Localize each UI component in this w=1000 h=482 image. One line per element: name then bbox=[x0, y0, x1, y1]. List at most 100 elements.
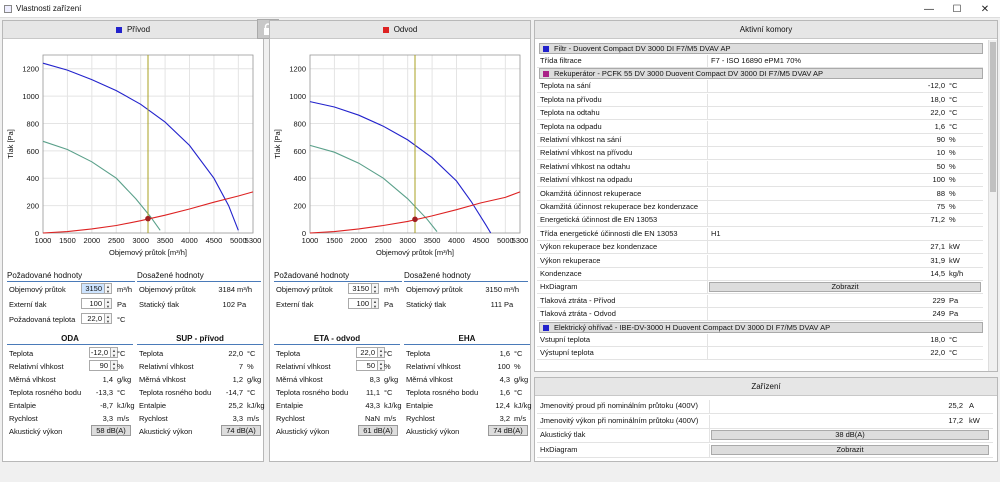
supply-outlet-row-value: 3,3 bbox=[232, 414, 243, 423]
supply-ext-pressure-input[interactable]: 100 bbox=[81, 298, 105, 309]
recuperator-row-button[interactable]: Zobrazit bbox=[709, 282, 981, 293]
recuperator-row-unit: % bbox=[949, 215, 956, 225]
device-row-separator bbox=[709, 400, 710, 414]
recuperator-row-separator bbox=[707, 187, 708, 201]
recuperator-row-unit: % bbox=[949, 188, 956, 198]
recuperator-row-separator bbox=[707, 174, 708, 188]
supply-x-tick: 1500 bbox=[59, 236, 76, 245]
scrollbar[interactable] bbox=[988, 40, 997, 371]
device-row: HxDiagram Zobrazit bbox=[537, 443, 993, 458]
close-button[interactable]: ✕ bbox=[971, 0, 999, 18]
recuperator-row-label: Relativní vlhkost na přívodu bbox=[540, 148, 633, 158]
supply-outlet-row-label: Relativní vlhkost bbox=[139, 362, 194, 371]
exhaust-ext-pressure-unit: Pa bbox=[384, 300, 394, 309]
recuperator-row-separator bbox=[707, 241, 708, 255]
supply-outlet-row-label: Rychlost bbox=[139, 414, 168, 423]
supply-ach-static-value: 102 bbox=[222, 300, 235, 309]
supply-flow-input[interactable]: 3150 bbox=[81, 283, 105, 294]
recuperator-row-value: 22,0 bbox=[930, 108, 945, 118]
recuperator-component[interactable]: Rekuperátor - PCFK 55 DV 3000 Duovent Co… bbox=[539, 68, 983, 80]
supply-chart-svg: 1000 1500 2000 2500 3000 3500 4000 4500 50005300… bbox=[6, 54, 261, 257]
heater-row: Vstupní teplota 18,0 °C bbox=[537, 333, 983, 347]
exhaust-outlet-row-value: 100 bbox=[497, 362, 510, 371]
recuperator-row-value: 50 bbox=[936, 161, 945, 171]
exhaust-y-tick: 800 bbox=[293, 119, 306, 128]
window-title: Vlastnosti zařízení bbox=[16, 4, 82, 13]
recuperator-row: Relativní vlhkost na odpadu 100% bbox=[537, 174, 983, 188]
exhaust-inlet-row-label: Rychlost bbox=[276, 414, 305, 423]
supply-y-tick: 400 bbox=[26, 174, 39, 183]
supply-outlet-row-value: 22,0 bbox=[228, 349, 243, 358]
exhaust-panel: Odvod 1000 1500 2000 2500 3000 3500 4000 4500 50… bbox=[269, 20, 532, 462]
recuperator-row-label: Tlaková ztráta - Odvod bbox=[540, 309, 616, 319]
exhaust-flow-input[interactable]: 3150 bbox=[348, 283, 372, 294]
recuperator-row-value: H1 bbox=[711, 228, 721, 238]
filter-row-value: F7 - ISO 16890 ePM1 70% bbox=[711, 56, 802, 65]
supply-series-line bbox=[42, 140, 161, 231]
device-row-unit: kW bbox=[969, 415, 980, 425]
recuperator-row-label: HxDiagram bbox=[540, 282, 578, 292]
device-row-button[interactable]: 38 dB(A) bbox=[711, 430, 989, 440]
recuperator-row-unit: % bbox=[949, 175, 956, 185]
supply-outlet-row-label: Teplota rosného bodu bbox=[139, 388, 212, 397]
recuperator-row-label: Okamžitá účinnost rekuperace bbox=[540, 188, 642, 198]
exhaust-inlet-row-input[interactable]: 22,0 bbox=[356, 347, 378, 358]
minimize-button[interactable]: — bbox=[915, 0, 943, 18]
supply-outlet-row-label: Teplota bbox=[139, 349, 164, 358]
supply-inlet-row-value: -8,7 bbox=[100, 401, 113, 410]
heater-row-label: Výstupní teplota bbox=[540, 348, 594, 357]
recuperator-row: Relativní vlhkost na odtahu 50% bbox=[537, 160, 983, 174]
supply-operating-point bbox=[145, 215, 151, 222]
scrollbar-thumb[interactable] bbox=[990, 42, 996, 192]
exhaust-ach-static-value: 111 bbox=[490, 300, 502, 309]
supply-header: Přívod bbox=[3, 21, 263, 39]
recuperator-row-unit: °C bbox=[949, 108, 958, 118]
device-row-button[interactable]: Zobrazit bbox=[711, 444, 989, 455]
recuperator-row: Relativní vlhkost na sání 90% bbox=[537, 134, 983, 147]
exhaust-ach-static-unit: Pa bbox=[504, 300, 514, 309]
recuperator-row: Energetická účinnost dle EN 13053 71,2% bbox=[537, 214, 983, 228]
exhaust-inlet-row-input[interactable]: 50 bbox=[356, 360, 378, 371]
supply-x-tick: 3500 bbox=[157, 236, 174, 245]
exhaust-x-tick: 3000 bbox=[399, 236, 416, 245]
supply-x-tick: 2000 bbox=[83, 236, 100, 245]
exhaust-operating-point bbox=[412, 216, 418, 223]
recuperator-row-value: 31,9 bbox=[930, 255, 945, 265]
supply-ext-pressure-unit: Pa bbox=[117, 300, 127, 309]
exhaust-outlet-row-value: 12,4 bbox=[495, 401, 510, 410]
supply-inlet-row-input[interactable]: 90 bbox=[89, 360, 111, 371]
supply-temp-input-spinner[interactable]: ▲ ▼ bbox=[105, 313, 112, 324]
heater-component[interactable]: Elektrický ohřívač - IBE-DV-3000 H Duove… bbox=[539, 321, 983, 333]
supply-inlet-row-input[interactable]: -12,0 bbox=[89, 347, 111, 358]
exhaust-y-label: Tlak [Pa] bbox=[273, 129, 282, 159]
filter-component[interactable]: Filtr - Duovent Compact DV 3000 DI F7/M5… bbox=[539, 43, 983, 54]
recuperator-row-label: Teplota na odtahu bbox=[540, 108, 600, 118]
supply-flow-input-spinner[interactable]: ▲ ▼ bbox=[105, 283, 112, 294]
heater-row-unit: °C bbox=[949, 334, 958, 344]
recuperator-row-value: 14,5 bbox=[930, 269, 945, 278]
supply-req-flow-unit: m³/h bbox=[117, 285, 132, 294]
heater-row: Výstupní teplota 22,0 °C bbox=[537, 347, 983, 360]
exhaust-y-tick: 600 bbox=[293, 147, 306, 156]
maximize-button[interactable]: ☐ bbox=[943, 0, 971, 18]
heater-component-icon bbox=[543, 324, 549, 331]
supply-outlet-acoustic-label: Akustický výkon bbox=[139, 427, 193, 436]
exhaust-x-tick: 2500 bbox=[375, 236, 392, 245]
supply-ext-pressure-input-spinner[interactable]: ▲ ▼ bbox=[105, 298, 112, 309]
exhaust-ext-pressure-input[interactable]: 100 bbox=[348, 298, 372, 309]
exhaust-inlet-row-unit: % bbox=[384, 362, 391, 371]
filter-row: Třída filtrace F7 - ISO 16890 ePM1 70% bbox=[537, 55, 983, 68]
supply-outlet-row-value: 7 bbox=[238, 362, 243, 371]
recuperator-row-separator bbox=[707, 134, 708, 147]
exhaust-ext-pressure-input-spinner[interactable]: ▲ ▼ bbox=[372, 298, 379, 309]
supply-inlet-row-unit: % bbox=[117, 362, 124, 371]
heater-row-label: Vstupní teplota bbox=[540, 334, 591, 344]
supply-temp-input[interactable]: 22,0 bbox=[81, 313, 105, 324]
filter-row-label: Třída filtrace bbox=[540, 56, 582, 65]
exhaust-flow-input-spinner[interactable]: ▲ ▼ bbox=[372, 283, 379, 294]
recuperator-row-label: Výkon rekuperace bbox=[540, 255, 601, 265]
exhaust-inlet-title: ETA - odvod bbox=[313, 334, 361, 343]
supply-inlet-row-unit: °C bbox=[117, 349, 126, 358]
exhaust-inlet-row-label: Teplota bbox=[276, 349, 301, 358]
recuperator-row-separator bbox=[707, 294, 708, 308]
